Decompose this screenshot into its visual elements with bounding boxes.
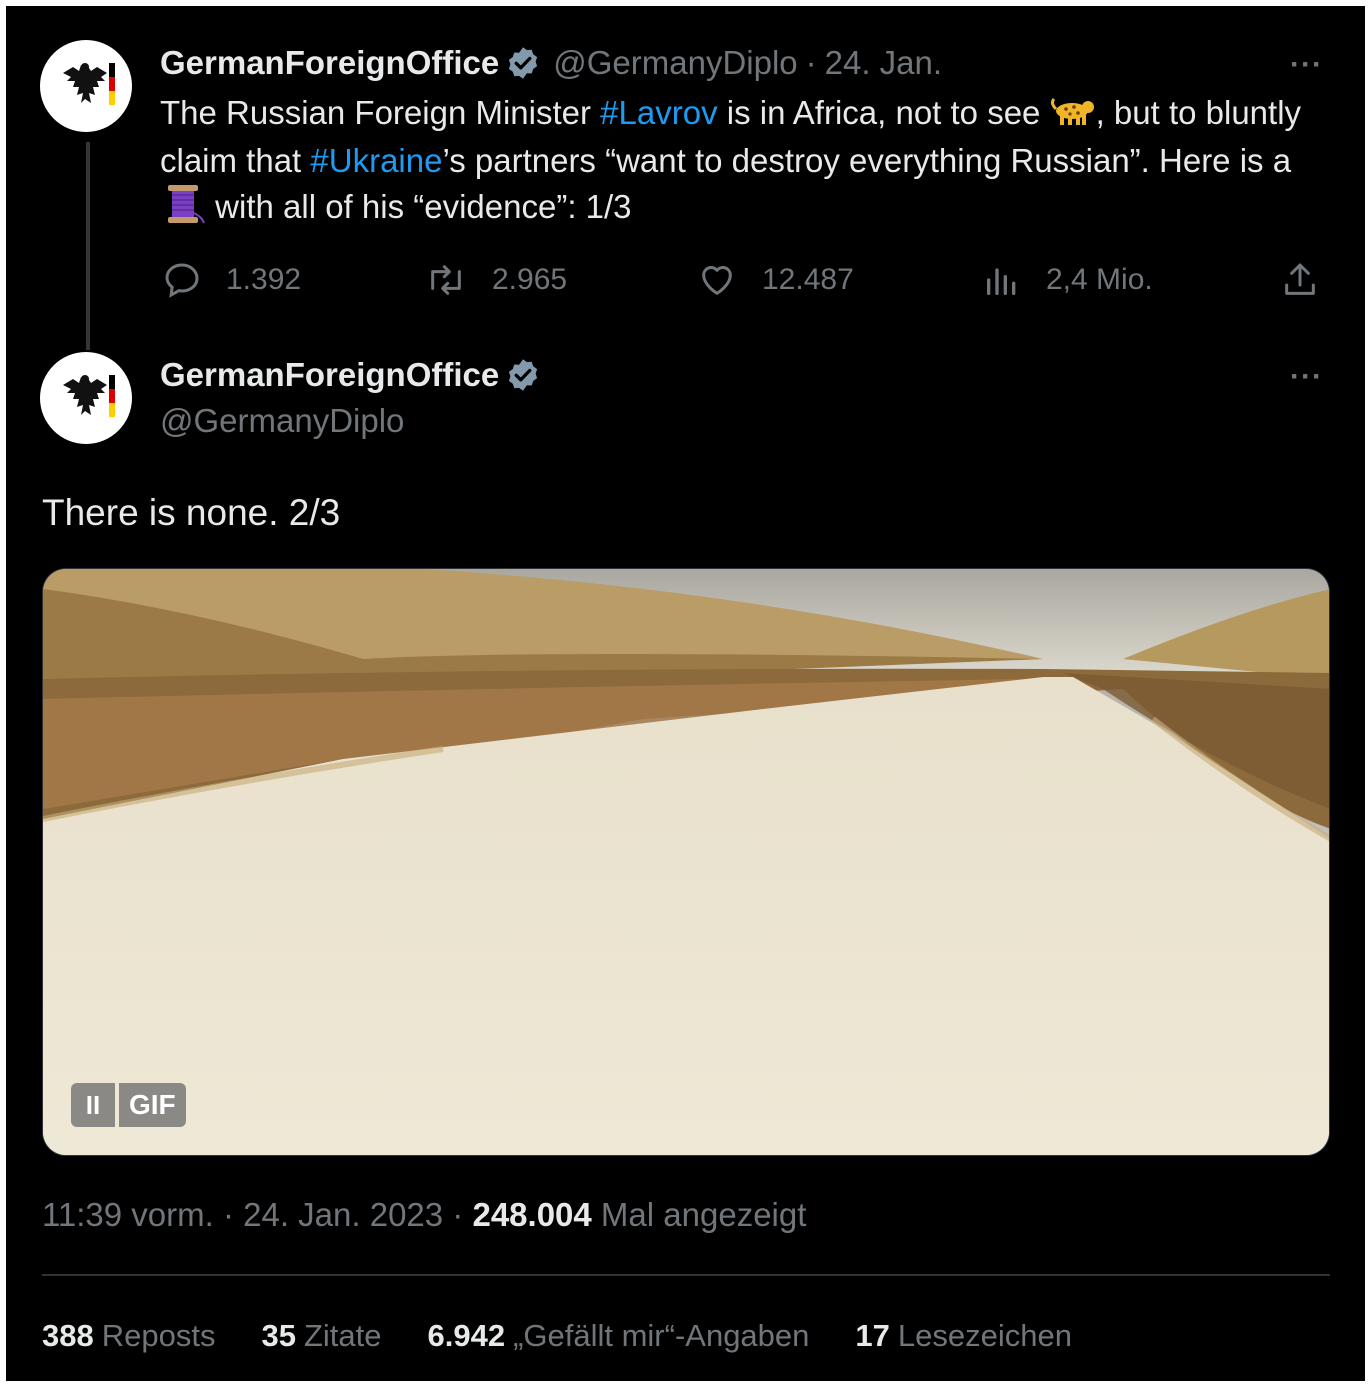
avatar[interactable] xyxy=(40,352,132,444)
stat-label: Reposts xyxy=(101,1318,216,1353)
more-options-icon[interactable]: ··· xyxy=(1290,360,1323,394)
gif-media[interactable]: II GIF xyxy=(42,568,1330,1156)
display-name[interactable]: GermanForeignOffice xyxy=(160,44,499,82)
like-button[interactable]: 12.487 xyxy=(696,260,854,300)
tweet1-text: The Russian Foreign Minister #Lavrov is … xyxy=(160,90,1320,236)
stat-number: 388 xyxy=(42,1318,94,1353)
repost-button[interactable]: 2.965 xyxy=(424,260,567,300)
share-icon xyxy=(1285,263,1315,295)
view-count: 248.004 xyxy=(472,1196,592,1233)
handle[interactable]: @GermanyDiplo xyxy=(553,44,797,82)
tweet2-text: There is none. 2/3 xyxy=(42,492,341,533)
engagement-stats: 388 Reposts 35 Zitate 6.942 „Gefällt mir“-A… xyxy=(42,1318,1118,1354)
gif-label: GIF xyxy=(119,1083,186,1127)
text-segment: The Russian Foreign Minister xyxy=(160,94,601,131)
tweet2-header: GermanForeignOffice xyxy=(160,356,541,394)
text-segment: ’s partners “want to destroy everything … xyxy=(442,141,1292,179)
analytics-bars-icon xyxy=(987,268,1016,295)
hashtag-link[interactable]: #Lavrov xyxy=(600,94,717,131)
repost-icon xyxy=(431,265,461,295)
federal-eagle-logo-icon xyxy=(63,375,115,417)
reply-button[interactable]: 1.392 xyxy=(162,260,301,300)
separator-dot: · xyxy=(213,1196,244,1233)
stat-label: „Gefällt mir“-Angaben xyxy=(513,1318,810,1353)
reposts-stat[interactable]: 388 Reposts xyxy=(42,1318,215,1354)
avatar[interactable] xyxy=(40,40,132,132)
tweet-metadata: 11:39 vorm. · 24. Jan. 2023 · 248.004 Ma… xyxy=(42,1196,806,1234)
reply-icon xyxy=(165,263,199,298)
divider xyxy=(42,1274,1330,1276)
verified-badge-icon[interactable] xyxy=(505,45,541,81)
display-name[interactable]: GermanForeignOffice xyxy=(160,356,499,394)
stat-number: 35 xyxy=(261,1318,296,1353)
share-button[interactable] xyxy=(1280,260,1344,300)
hashtag-link[interactable]: #Ukraine xyxy=(310,142,442,179)
stat-number: 17 xyxy=(855,1318,890,1353)
reply-count: 1.392 xyxy=(226,263,302,296)
tweet-date[interactable]: 24. Jan. 2023 xyxy=(243,1196,443,1233)
leopard-emoji-icon xyxy=(1050,93,1096,138)
quotes-stat[interactable]: 35 Zitate xyxy=(261,1318,381,1354)
like-count: 12.487 xyxy=(762,263,854,296)
stat-label: Lesezeichen xyxy=(897,1318,1072,1353)
heart-icon xyxy=(702,266,732,295)
verified-badge-icon[interactable] xyxy=(505,357,541,393)
views-button[interactable]: 2,4 Mio. xyxy=(982,260,1153,300)
stat-number: 6.942 xyxy=(427,1318,506,1353)
bookmarks-stat[interactable]: 17 Lesezeichen xyxy=(855,1318,1072,1354)
tweet-thread: GermanForeignOffice @GermanyDiplo · 24. … xyxy=(6,6,1365,1381)
views-label: Mal angezeigt xyxy=(591,1196,807,1233)
pause-icon[interactable]: II xyxy=(71,1083,115,1127)
federal-eagle-logo-icon xyxy=(63,63,115,105)
gif-badge[interactable]: II GIF xyxy=(71,1083,186,1127)
view-count: 2,4 Mio. xyxy=(1046,263,1153,296)
tweet-date[interactable]: 24. Jan. xyxy=(825,44,942,82)
text-segment: with all of his “evidence”: 1/3 xyxy=(206,188,632,225)
stat-label: Zitate xyxy=(303,1318,382,1353)
tweet-time[interactable]: 11:39 vorm. xyxy=(42,1196,214,1233)
desert-road-image xyxy=(43,569,1329,1155)
separator-dot: · xyxy=(805,44,817,81)
tweet1-header: GermanForeignOffice @GermanyDiplo · 24. … xyxy=(160,44,942,82)
more-options-icon[interactable]: ··· xyxy=(1290,48,1323,82)
separator-dot: · xyxy=(443,1196,473,1233)
repost-count: 2.965 xyxy=(492,263,568,296)
handle[interactable]: @GermanyDiplo xyxy=(160,402,404,440)
thread-spool-emoji-icon xyxy=(160,183,206,236)
likes-stat[interactable]: 6.942 „Gefällt mir“-Angaben xyxy=(427,1318,809,1354)
thread-connector xyxy=(86,142,90,350)
text-segment: is in Africa, not to see xyxy=(717,94,1050,131)
